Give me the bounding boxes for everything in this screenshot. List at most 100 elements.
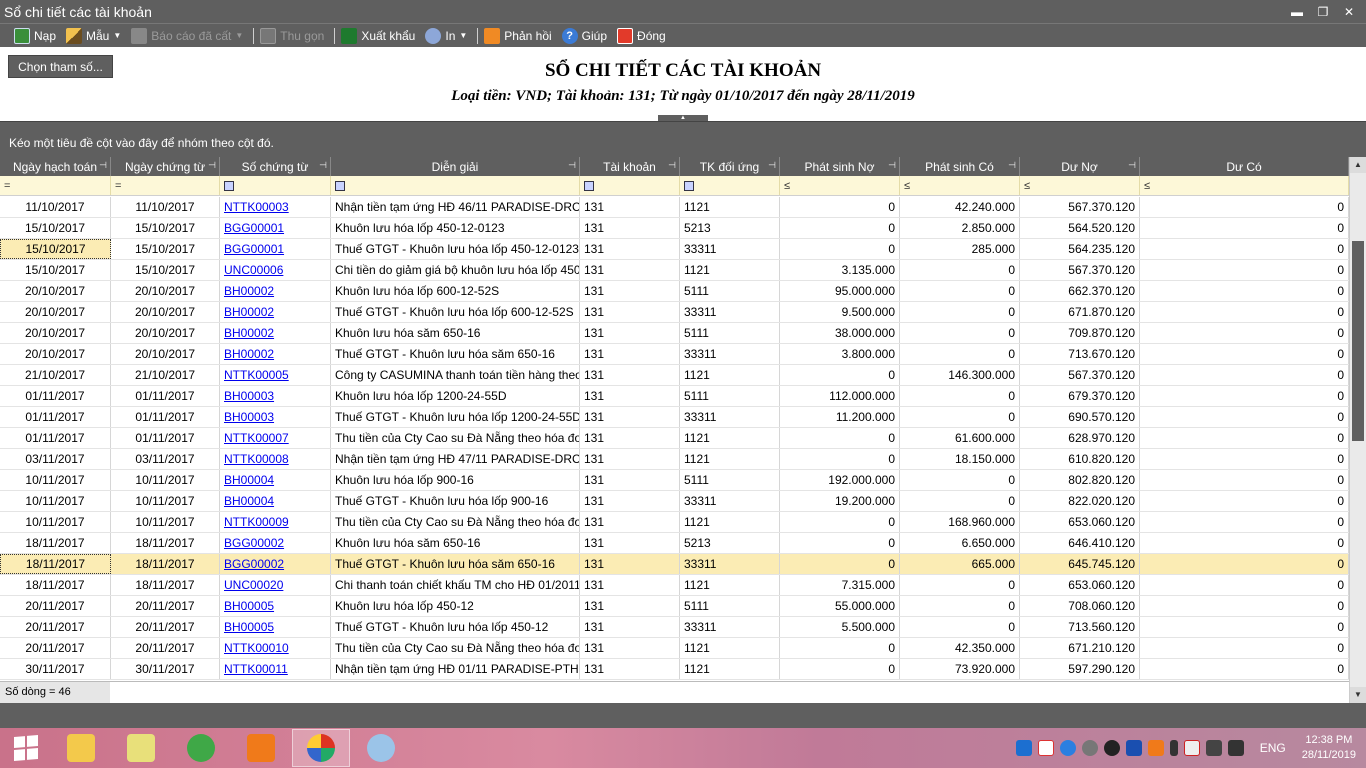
col-ngay-hach-toan-cell[interactable]: 01/11/2017 [0,386,111,406]
load-button[interactable]: Nạp [14,27,56,44]
col-du-co-cell[interactable]: 0 [1140,344,1349,364]
col-ngay-hach-toan-cell[interactable]: 20/10/2017 [0,344,111,364]
col-ngay-hach-toan-cell[interactable]: 20/11/2017 [0,617,111,637]
col-tk-doi-ung-cell[interactable]: 33311 [680,617,780,637]
filter-operator[interactable]: ≤ [784,180,790,192]
col-ngay-chung-tu-cell[interactable]: 18/11/2017 [111,554,220,574]
col-phat-sinh-no-cell[interactable]: 0 [780,428,900,448]
voucher-link[interactable]: BGG00002 [224,557,284,571]
col-ngay-chung-tu-cell[interactable]: 20/10/2017 [111,281,220,301]
col-tk-doi-ung-cell[interactable]: 33311 [680,407,780,427]
col-tk-doi-ung-cell[interactable]: 5213 [680,218,780,238]
filter-operator[interactable]: ≤ [1024,180,1030,192]
voucher-link[interactable]: BH00005 [224,599,274,613]
col-dien-giai-cell[interactable]: Khuôn lưu hóa lốp 600-12-52S [331,281,580,301]
filter-operator[interactable]: ≤ [904,180,910,192]
horizontal-scrollbar[interactable] [110,682,1349,703]
col-phat-sinh-co-cell[interactable]: 0 [900,281,1020,301]
tray-v-icon[interactable] [1037,740,1054,756]
col-ngay-hach-toan-cell[interactable]: 01/11/2017 [0,428,111,448]
close-button[interactable]: Đóng [617,27,666,44]
col-du-co-cell[interactable]: 0 [1140,512,1349,532]
col-du-co-cell[interactable]: 0 [1140,386,1349,406]
col-du-co-cell[interactable]: 0 [1140,533,1349,553]
col-phat-sinh-no-cell[interactable]: 95.000.000 [780,281,900,301]
table-row[interactable]: 18/11/2017 18/11/2017 UNC00020 Chi thanh to… [0,575,1349,596]
col-tk-doi-ung-cell[interactable]: 33311 [680,239,780,259]
table-row[interactable]: 01/11/2017 01/11/2017 BH00003 Thuế GTGT - K… [0,407,1349,428]
col-du-no-cell[interactable]: 567.370.120 [1020,260,1140,280]
scroll-down-icon[interactable]: ▼ [1350,687,1366,703]
volume-icon[interactable] [1205,740,1222,756]
col-du-no-cell[interactable]: 567.370.120 [1020,365,1140,385]
table-row[interactable]: 01/11/2017 01/11/2017 BH00003 Khuôn lưu hóa… [0,386,1349,407]
table-row[interactable]: 20/11/2017 20/11/2017 BH00005 Khuôn lưu hóa… [0,596,1349,617]
col-du-co-cell[interactable]: 0 [1140,407,1349,427]
col-phat-sinh-no-cell[interactable]: 0 [780,512,900,532]
bluetooth-icon[interactable] [1125,740,1142,756]
table-row[interactable]: 20/11/2017 20/11/2017 NTTK00010 Thu tiền củ… [0,638,1349,659]
col-phat-sinh-no-header[interactable]: Phát sinh Nợ ⊣ [780,157,900,176]
col-du-no-cell[interactable]: 802.820.120 [1020,470,1140,490]
col-tai-khoan-cell[interactable]: 131 [580,554,680,574]
col-phat-sinh-no-filter[interactable]: ≤ [780,176,900,195]
voucher-link[interactable]: NTTK00010 [224,641,289,655]
col-ngay-hach-toan-cell[interactable]: 10/11/2017 [0,512,111,532]
start-button[interactable] [0,728,52,768]
col-dien-giai-filter[interactable] [331,176,580,195]
collapse-button[interactable]: Thu gọn [260,27,324,44]
col-ngay-hach-toan-cell[interactable]: 20/10/2017 [0,281,111,301]
col-phat-sinh-no-cell[interactable]: 7.315.000 [780,575,900,595]
col-dien-giai-cell[interactable]: Thuế GTGT - Khuôn lưu hóa săm 650-16 [331,554,580,574]
battery-icon[interactable] [1169,740,1178,756]
col-tai-khoan-cell[interactable]: 131 [580,449,680,469]
voucher-link[interactable]: NTTK00009 [224,515,289,529]
col-tk-doi-ung-cell[interactable]: 1121 [680,428,780,448]
voucher-link[interactable]: BGG00002 [224,536,284,550]
feedback-button[interactable]: Phản hồi [484,27,552,44]
col-phat-sinh-no-cell[interactable]: 0 [780,365,900,385]
col-phat-sinh-no-cell[interactable]: 5.500.000 [780,617,900,637]
col-phat-sinh-co-cell[interactable]: 0 [900,491,1020,511]
col-phat-sinh-no-cell[interactable]: 9.500.000 [780,302,900,322]
col-phat-sinh-no-cell[interactable]: 0 [780,554,900,574]
col-tk-doi-ung-cell[interactable]: 1121 [680,638,780,658]
col-du-no-cell[interactable]: 567.370.120 [1020,197,1140,217]
table-row[interactable]: 10/11/2017 10/11/2017 NTTK00009 Thu tiền củ… [0,512,1349,533]
col-dien-giai-cell[interactable]: Thu tiền của Cty Cao su Đà Nẵng theo hóa… [331,512,580,532]
col-dien-giai-cell[interactable]: Khuôn lưu hóa lốp 450-12 [331,596,580,616]
pin-icon[interactable]: ⊣ [668,160,676,171]
col-dien-giai-cell[interactable]: Thuế GTGT - Khuôn lưu hóa lốp 450-12 [331,617,580,637]
voucher-link[interactable]: BH00002 [224,326,274,340]
col-phat-sinh-no-cell[interactable]: 19.200.000 [780,491,900,511]
col-ngay-chung-tu-header[interactable]: Ngày chứng từ ⊣ [111,157,220,176]
col-phat-sinh-no-cell[interactable]: 3.800.000 [780,344,900,364]
table-row[interactable]: 15/10/2017 15/10/2017 BGG00001 Thuế GTGT - … [0,239,1349,260]
col-du-co-cell[interactable]: 0 [1140,365,1349,385]
tray-app-icon[interactable] [1015,740,1032,756]
col-ngay-chung-tu-cell[interactable]: 20/11/2017 [111,617,220,637]
col-phat-sinh-no-cell[interactable]: 38.000.000 [780,323,900,343]
col-phat-sinh-co-cell[interactable]: 285.000 [900,239,1020,259]
col-du-co-cell[interactable]: 0 [1140,449,1349,469]
voucher-link[interactable]: UNC00006 [224,263,283,277]
tray-user-icon[interactable] [1081,740,1098,756]
table-row[interactable]: 01/11/2017 01/11/2017 NTTK00007 Thu tiền củ… [0,428,1349,449]
voucher-link[interactable]: BH00002 [224,347,274,361]
pin-icon[interactable]: ⊣ [99,160,107,171]
col-tk-doi-ung-cell[interactable]: 5111 [680,470,780,490]
col-tai-khoan-cell[interactable]: 131 [580,617,680,637]
col-tk-doi-ung-cell[interactable]: 1121 [680,197,780,217]
col-ngay-hach-toan-cell[interactable]: 11/10/2017 [0,197,111,217]
col-tk-doi-ung-filter[interactable] [680,176,780,195]
col-du-no-cell[interactable]: 713.560.120 [1020,617,1140,637]
vertical-scrollbar[interactable]: ▲ ▼ [1349,157,1366,703]
col-phat-sinh-co-cell[interactable]: 146.300.000 [900,365,1020,385]
col-phat-sinh-co-cell[interactable]: 73.920.000 [900,659,1020,679]
col-ngay-chung-tu-cell[interactable]: 20/10/2017 [111,323,220,343]
col-phat-sinh-co-cell[interactable]: 6.650.000 [900,533,1020,553]
col-du-no-cell[interactable]: 564.235.120 [1020,239,1140,259]
col-ngay-hach-toan-cell[interactable]: 18/11/2017 [0,554,111,574]
col-dien-giai-cell[interactable]: Thu tiền của Cty Cao su Đà Nẵng theo hóa… [331,638,580,658]
col-ngay-chung-tu-cell[interactable]: 10/11/2017 [111,491,220,511]
